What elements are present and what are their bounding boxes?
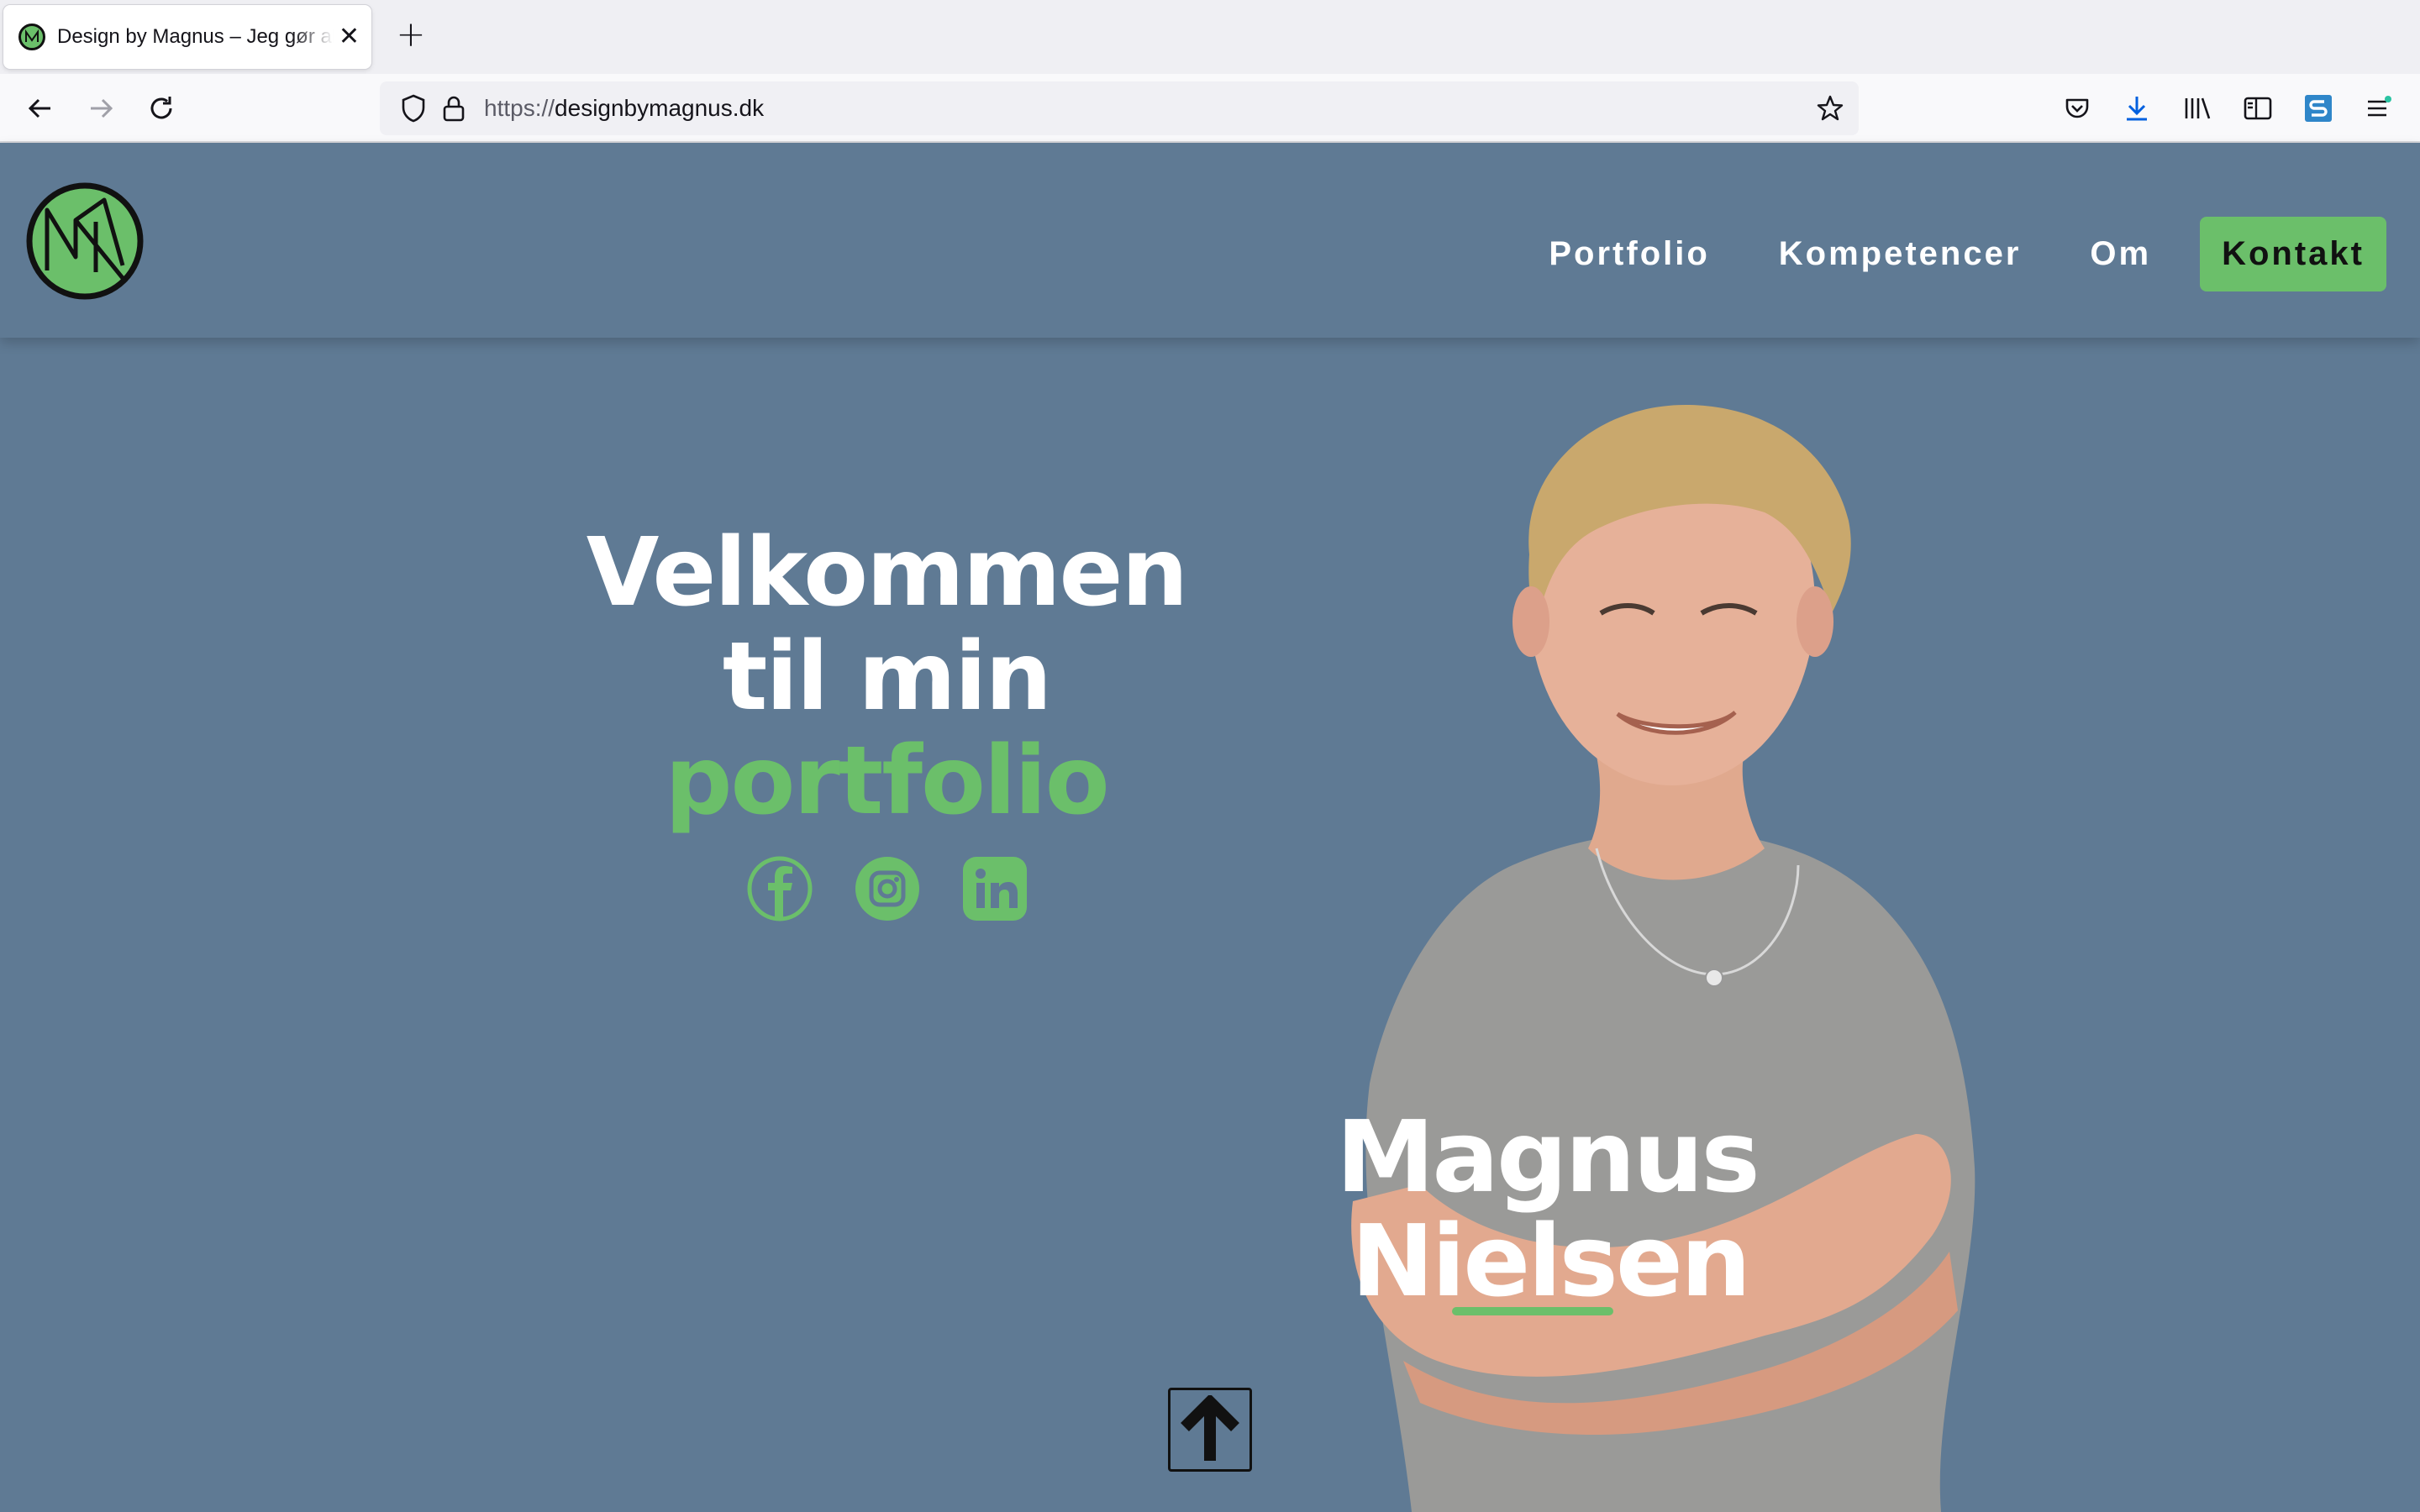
browser-tabbar: Design by Magnus – Jeg gør alt ✕ + bbox=[0, 0, 2420, 74]
arrow-up-icon bbox=[1181, 1395, 1239, 1461]
browser-toolbar: https://designbymagnus.dk bbox=[0, 74, 2420, 143]
site-logo[interactable] bbox=[25, 181, 145, 301]
url-text[interactable]: https://designbymagnus.dk bbox=[484, 95, 764, 122]
nav-link-portfolio[interactable]: Portfolio bbox=[1549, 235, 1709, 273]
tracking-shield-icon[interactable] bbox=[395, 90, 432, 127]
bookmark-star-icon[interactable] bbox=[1812, 90, 1849, 127]
site-favicon-icon bbox=[18, 24, 45, 50]
lock-icon[interactable] bbox=[435, 90, 472, 127]
scroll-to-top-button[interactable] bbox=[1168, 1388, 1252, 1472]
library-icon[interactable] bbox=[2175, 86, 2220, 131]
hero-title: Velkommen til min portfolio bbox=[555, 521, 1218, 833]
url-host: designbymagnus.dk bbox=[555, 95, 765, 121]
back-button[interactable] bbox=[18, 86, 63, 131]
back-arrow-icon bbox=[28, 98, 50, 118]
forward-button[interactable] bbox=[78, 86, 124, 131]
hero-title-line2: til min bbox=[722, 622, 1052, 732]
person-name: Magnus Nielsen bbox=[1336, 1099, 1760, 1319]
tab-close-icon[interactable]: ✕ bbox=[339, 24, 360, 50]
logo-mn-icon bbox=[26, 182, 144, 300]
main-nav: Portfolio Kompetencer Om Kontakt bbox=[1480, 217, 2386, 291]
linkedin-icon[interactable] bbox=[961, 855, 1028, 922]
name-underline bbox=[1452, 1307, 1613, 1315]
sidebar-icon[interactable] bbox=[2235, 86, 2281, 131]
url-scheme: https:// bbox=[484, 95, 555, 121]
social-links bbox=[746, 855, 1028, 922]
hero-title-accent: portfolio bbox=[665, 727, 1109, 836]
address-bar[interactable]: https://designbymagnus.dk bbox=[380, 81, 1859, 135]
portrait-photo bbox=[1294, 395, 2050, 1512]
person-first-name: Magnus bbox=[1336, 1099, 1760, 1215]
forward-arrow-icon bbox=[91, 98, 113, 118]
instagram-icon[interactable] bbox=[854, 855, 921, 922]
browser-tab[interactable]: Design by Magnus – Jeg gør alt ✕ bbox=[3, 5, 371, 69]
hero-title-line1: Velkommen bbox=[586, 518, 1188, 627]
tab-title: Design by Magnus – Jeg gør alt bbox=[57, 25, 334, 48]
nav-link-kompetencer[interactable]: Kompetencer bbox=[1779, 235, 2022, 273]
person-last-name: Nielsen bbox=[1351, 1203, 1751, 1319]
facebook-icon[interactable] bbox=[746, 855, 813, 922]
app-menu-icon[interactable] bbox=[2356, 86, 2402, 131]
nav-link-om[interactable]: Om bbox=[2090, 235, 2151, 273]
reload-icon bbox=[150, 97, 172, 119]
kontakt-button[interactable]: Kontakt bbox=[2200, 217, 2386, 291]
new-tab-button[interactable]: + bbox=[392, 15, 430, 54]
extension-icon[interactable] bbox=[2296, 86, 2341, 131]
site-header: Portfolio Kompetencer Om Kontakt bbox=[0, 143, 2420, 338]
pocket-icon[interactable] bbox=[2054, 86, 2100, 131]
downloads-icon[interactable] bbox=[2114, 86, 2160, 131]
reload-button[interactable] bbox=[139, 86, 184, 131]
